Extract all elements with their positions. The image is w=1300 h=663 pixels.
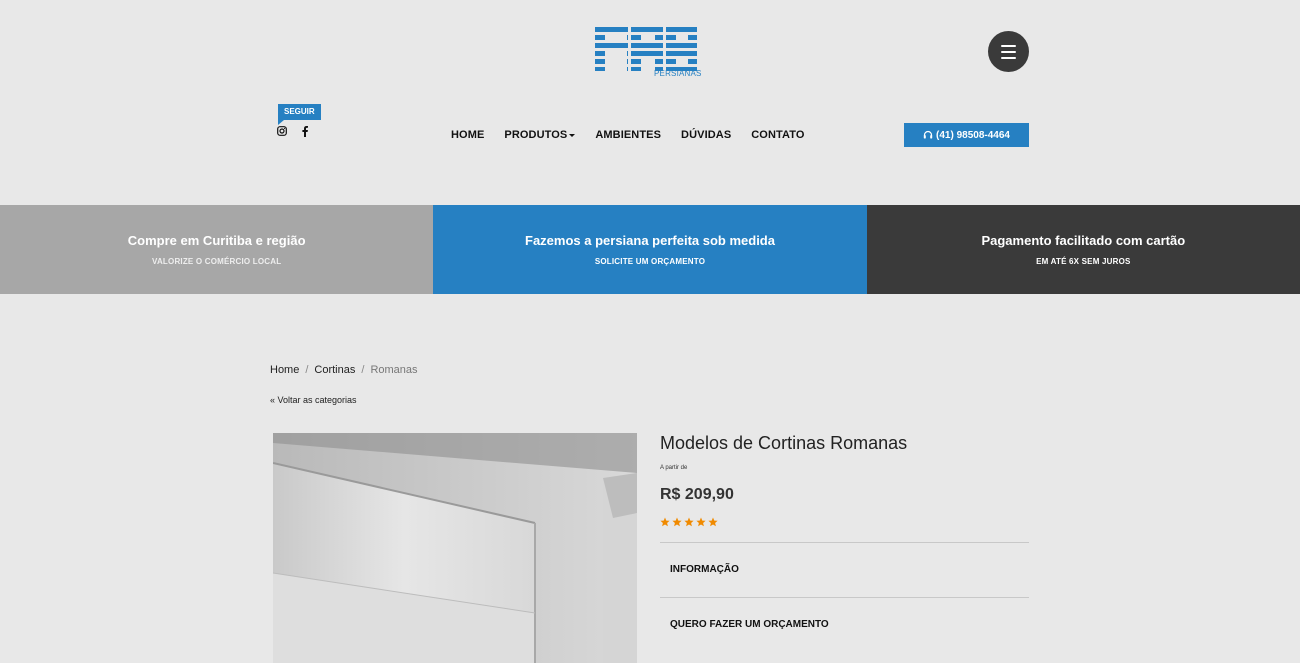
benefit-subtitle: VALORIZE O COMÉRCIO LOCAL [152, 257, 282, 266]
product-title: Modelos de Cortinas Romanas [660, 433, 908, 453]
brand-subtitle: PERSIANAS [654, 69, 702, 78]
nav-contato[interactable]: CONTATO [751, 129, 804, 141]
nav-produtos[interactable]: PRODUTOS [504, 129, 576, 141]
price-prefix: A partir de [660, 465, 688, 471]
nav-produtos-label: PRODUTOS [504, 129, 568, 141]
nav-home[interactable]: HOME [451, 129, 484, 141]
product-image[interactable] [273, 433, 637, 663]
star-icon [672, 517, 682, 527]
back-to-categories-link[interactable]: « Voltar as categorias [270, 395, 357, 405]
breadcrumb-separator: / [305, 364, 309, 376]
breadcrumb-current: Romanas [370, 364, 418, 376]
menu-button[interactable] [988, 31, 1029, 72]
benefit-title: Pagamento facilitado com cartão [981, 233, 1186, 248]
rating-stars [660, 517, 718, 527]
benefit-subtitle: EM ATÉ 6X SEM JUROS [1036, 257, 1131, 266]
benefit-payment: Pagamento facilitado com cartão EM ATÉ 6… [866, 205, 1300, 294]
phone-button[interactable]: (41) 98508-4464 [904, 123, 1029, 147]
benefit-subtitle: SOLICITE UM ORÇAMENTO [594, 257, 706, 266]
phone-number: (41) 98508-4464 [936, 129, 1010, 141]
star-icon [660, 517, 670, 527]
brand-logo[interactable]: PERSIANAS [595, 25, 702, 81]
benefit-title: Fazemos a persiana perfeita sob medida [525, 233, 775, 248]
quote-accordion[interactable]: QUERO FAZER UM ORÇAMENTO [670, 619, 829, 630]
nav-duvidas[interactable]: DÚVIDAS [681, 129, 731, 141]
product-price: R$ 209,90 [660, 486, 734, 503]
divider [660, 597, 1029, 598]
facebook-icon[interactable] [301, 125, 309, 137]
breadcrumb-cortinas[interactable]: Cortinas [314, 364, 355, 376]
follow-badge: SEGUIR [278, 104, 321, 125]
star-icon [696, 517, 706, 527]
breadcrumb: Home / Cortinas / Romanas [270, 364, 418, 376]
nav-ambientes[interactable]: AMBIENTES [595, 129, 661, 141]
benefit-local: Compre em Curitiba e região VALORIZE O C… [0, 205, 434, 294]
headset-icon [923, 130, 933, 139]
benefits-strip: Compre em Curitiba e região VALORIZE O C… [0, 205, 1300, 294]
instagram-icon[interactable] [277, 126, 287, 136]
hamburger-icon [1001, 43, 1016, 61]
benefit-title: Compre em Curitiba e região [127, 233, 306, 248]
star-icon [684, 517, 694, 527]
main-nav: HOME PRODUTOS AMBIENTES DÚVIDAS CONTATO [451, 129, 825, 141]
logo-mark [595, 25, 697, 71]
info-accordion[interactable]: INFORMAÇÃO [670, 564, 739, 575]
divider [660, 542, 1029, 543]
caret-down-icon [569, 133, 576, 137]
breadcrumb-separator: / [361, 364, 365, 376]
benefit-custom[interactable]: Fazemos a persiana perfeita sob medida S… [433, 205, 867, 294]
star-icon [708, 517, 718, 527]
roman-shade-photo [273, 433, 637, 663]
breadcrumb-home[interactable]: Home [270, 364, 299, 376]
